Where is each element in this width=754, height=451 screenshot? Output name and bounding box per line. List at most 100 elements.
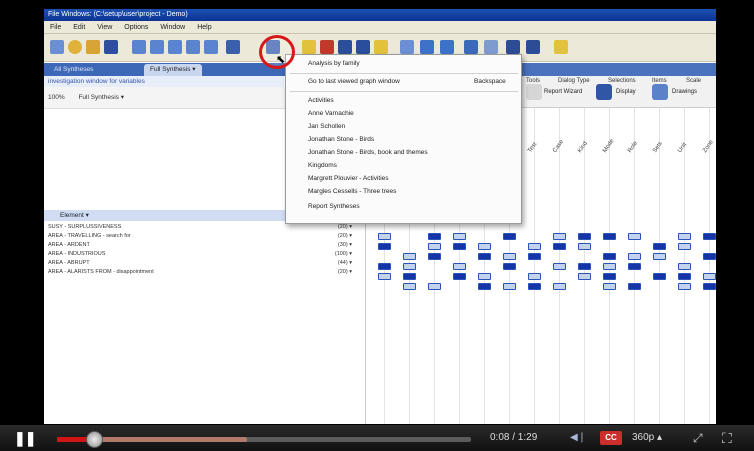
matrix-cell[interactable] [478, 253, 491, 260]
matrix-cell[interactable] [678, 273, 691, 280]
matrix-cell[interactable] [603, 253, 616, 260]
matrix-cell[interactable] [403, 273, 416, 280]
scrubber-handle[interactable] [86, 431, 104, 448]
matrix-cell[interactable] [578, 273, 591, 280]
matrix-cell[interactable] [503, 263, 516, 270]
menu-item-margles-cessells[interactable]: Margles Cessells - Three trees [308, 188, 396, 195]
matrix-column-header[interactable]: Role [627, 140, 639, 154]
menu-item-anne-varnachie[interactable]: Anne Varnachie [308, 110, 354, 117]
menu-item-go-to-last-graph[interactable]: Go to last viewed graph window [308, 78, 400, 85]
matrix-cell[interactable] [503, 253, 516, 260]
matrix-cell[interactable] [703, 273, 716, 280]
matrix-cell[interactable] [628, 283, 641, 290]
car-icon[interactable] [526, 40, 540, 54]
menu-options[interactable]: Options [124, 24, 148, 31]
matrix-cell[interactable] [678, 263, 691, 270]
matrix-cell[interactable] [528, 273, 541, 280]
stats-icon[interactable] [400, 40, 414, 54]
function-icon[interactable] [420, 40, 434, 54]
matrix-column-header[interactable]: Unit [677, 142, 688, 154]
filter-icon[interactable] [374, 40, 388, 54]
matrix-cell[interactable] [503, 283, 516, 290]
pause-icon[interactable]: ❚❚ [14, 430, 36, 447]
function-icon[interactable] [440, 40, 454, 54]
matrix-cell[interactable] [553, 263, 566, 270]
map-icon[interactable] [464, 40, 478, 54]
tab-all-syntheses[interactable]: All Syntheses [48, 64, 99, 76]
matrix-cell[interactable] [503, 233, 516, 240]
fullscreen-icon[interactable]: ⛶ [722, 430, 732, 447]
menu-item-report-syntheses[interactable]: Report Syntheses [308, 203, 360, 210]
bulb-icon[interactable] [68, 40, 82, 54]
synthesis-selector[interactable]: Full Synthesis ▾ [78, 94, 124, 101]
display-icon[interactable] [596, 84, 612, 100]
menu-window[interactable]: Window [160, 24, 185, 31]
matrix-cell[interactable] [453, 263, 466, 270]
matrix-cell[interactable] [453, 233, 466, 240]
list-item[interactable]: AREA - ALARISTS FROM - disappointment (20… [44, 268, 366, 277]
matrix-cell[interactable] [628, 263, 641, 270]
menu-item-analysis-by-family[interactable]: Analysis by family [308, 60, 360, 67]
matrix-cell[interactable] [478, 273, 491, 280]
car-icon[interactable] [506, 40, 520, 54]
matrix-cell[interactable] [703, 233, 716, 240]
matrix-cell[interactable] [378, 243, 391, 250]
matrix-cell[interactable] [703, 283, 716, 290]
list-item[interactable]: AREA - TRAVELLING - search for (20) ▾ [44, 232, 366, 241]
matrix-column-header[interactable]: Test [527, 142, 538, 154]
quality-selector[interactable]: 360p ▴ [632, 432, 662, 443]
display-button[interactable]: Display [616, 89, 636, 95]
list-item[interactable]: AREA - INDUSTRIOUS (100) ▾ [44, 250, 366, 259]
report-wizard-button[interactable]: Report Wizard [544, 89, 582, 95]
matrix-cell[interactable] [603, 233, 616, 240]
menu-item-jan-schollen[interactable]: Jan Schollen [308, 123, 345, 130]
matrix-cell[interactable] [378, 263, 391, 270]
matrix-cell[interactable] [403, 283, 416, 290]
matrix-cell[interactable] [553, 283, 566, 290]
matrix-cell[interactable] [528, 253, 541, 260]
matrix-cell[interactable] [478, 243, 491, 250]
matrix-cell[interactable] [528, 243, 541, 250]
video-frame[interactable]: File Windows: (C:\setup\user\project - D… [44, 9, 716, 424]
matrix-cell[interactable] [428, 253, 441, 260]
menu-item-jonathan-stone-birds-book[interactable]: Jonathan Stone - Birds, book and themes [308, 149, 428, 156]
matrix-cell[interactable] [603, 263, 616, 270]
lightbulb-icon[interactable] [554, 40, 568, 54]
tree-icon[interactable] [338, 40, 352, 54]
menu-item-jonathan-stone-birds[interactable]: Jonathan Stone - Birds [308, 136, 374, 143]
lightbulb-icon[interactable] [86, 40, 100, 54]
search-icon[interactable] [50, 40, 64, 54]
drawings-button[interactable]: Drawings [672, 89, 697, 95]
menu-item-activities[interactable]: Activities [308, 97, 334, 104]
matrix-cell[interactable] [578, 263, 591, 270]
matrix-cell[interactable] [478, 283, 491, 290]
list-item[interactable]: SUSY - SURPLUSSIVENESS (20) ▾ [44, 223, 366, 232]
matrix-cell[interactable] [428, 243, 441, 250]
triangle-icon[interactable] [320, 40, 334, 54]
matrix-column-header[interactable]: Case [552, 139, 565, 154]
menu-file[interactable]: File [50, 24, 61, 31]
popout-icon[interactable]: ⤢ [693, 431, 703, 446]
pen-icon[interactable] [104, 40, 118, 54]
matrix-cell[interactable] [653, 273, 666, 280]
matrix-cell[interactable] [378, 233, 391, 240]
chart-icon[interactable] [226, 40, 240, 54]
matrix-cell[interactable] [703, 253, 716, 260]
zoom-selector[interactable]: 100% [48, 94, 65, 101]
list-item[interactable]: AREA - ABRUPT (44) ▾ [44, 259, 366, 268]
captions-button[interactable]: CC [600, 431, 622, 445]
matrix-cell[interactable] [528, 283, 541, 290]
matrix-column-header[interactable]: Sets [652, 141, 664, 154]
network-icon[interactable] [484, 40, 498, 54]
matrix-cell[interactable] [603, 283, 616, 290]
drawings-icon[interactable] [652, 84, 668, 100]
matrix-column-header[interactable]: Kind [577, 141, 589, 154]
document-icon[interactable] [204, 40, 218, 54]
report-icon[interactable] [526, 84, 542, 100]
document-icon[interactable] [150, 40, 164, 54]
menu-item-margrett-plouvier[interactable]: Margrett Plouvier - Activities [308, 175, 389, 182]
matrix-cell[interactable] [653, 243, 666, 250]
matrix-cell[interactable] [628, 253, 641, 260]
matrix-cell[interactable] [628, 233, 641, 240]
menu-item-kingdoms[interactable]: Kingdoms [308, 162, 337, 169]
